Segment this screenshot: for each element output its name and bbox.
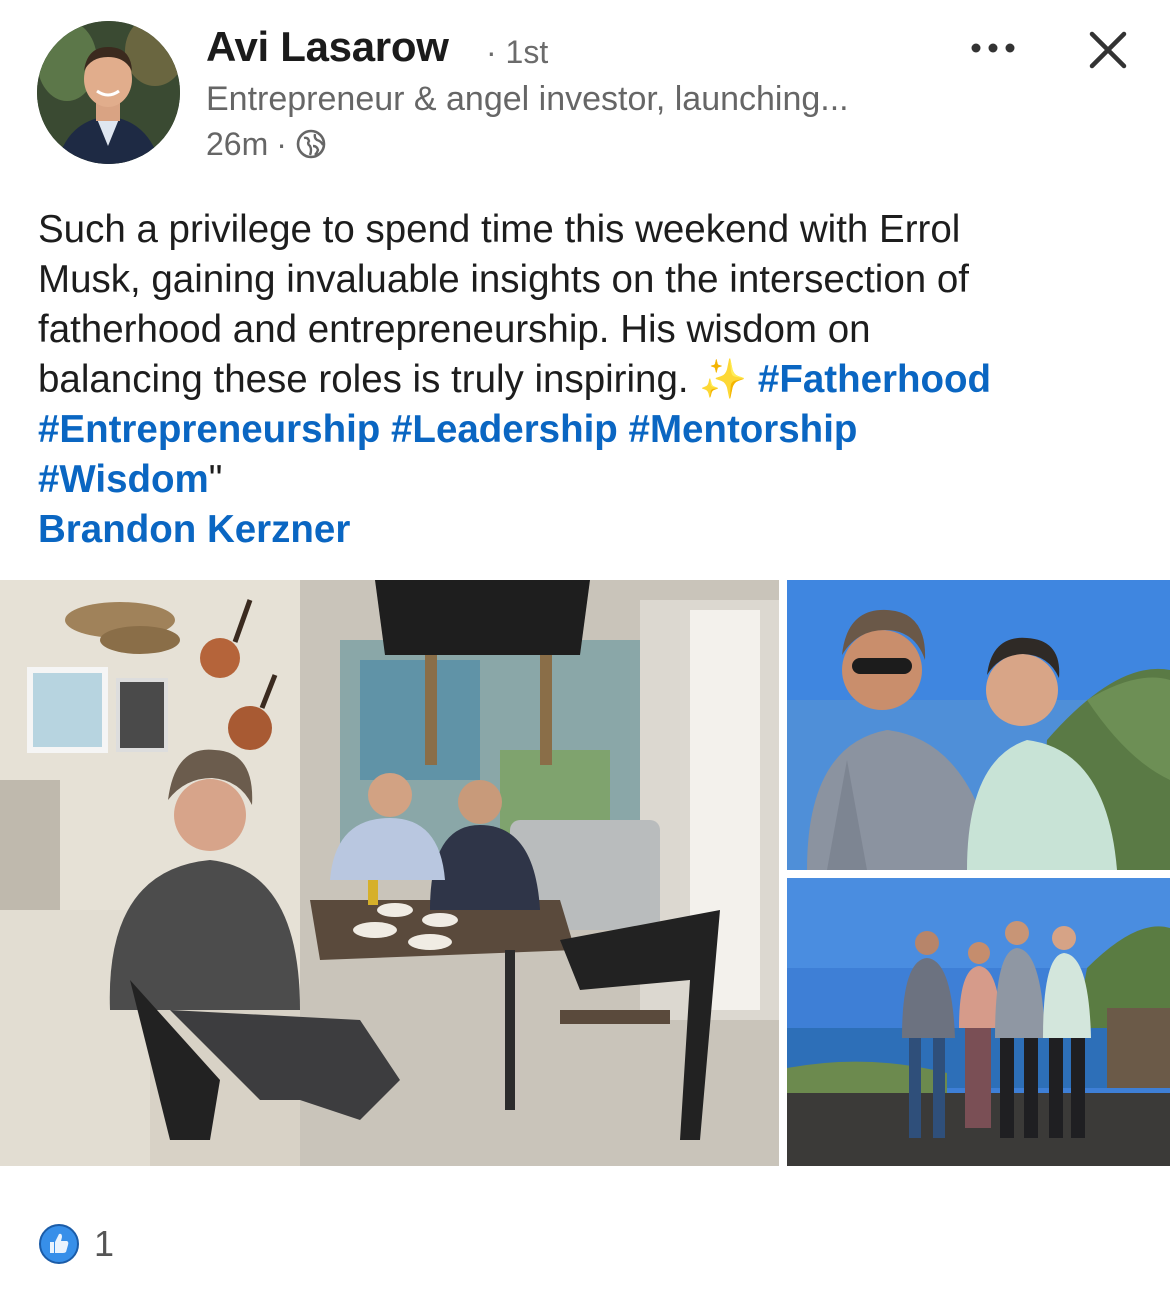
restaurant-photo bbox=[0, 580, 779, 1166]
post-time: 26m bbox=[206, 125, 269, 162]
post-text-line: Such a privilege to spend time this week… bbox=[38, 208, 961, 251]
post-photo-two-men[interactable] bbox=[787, 580, 1170, 870]
close-button[interactable] bbox=[1080, 22, 1136, 78]
group-photo bbox=[787, 878, 1170, 1166]
author-avatar[interactable] bbox=[37, 21, 180, 164]
reactions-summary[interactable]: 1 bbox=[38, 1222, 114, 1266]
hashtag-wisdom[interactable]: #Wisdom bbox=[38, 458, 209, 501]
post-photo-restaurant[interactable] bbox=[0, 580, 779, 1166]
connection-degree: · 1st bbox=[486, 34, 549, 70]
post-photo-group[interactable] bbox=[787, 878, 1170, 1166]
post-text-line: Musk, gaining invaluable insights on the… bbox=[38, 258, 969, 301]
author-headline: Entrepreneur & angel investor, launching… bbox=[206, 80, 849, 118]
more-options-button[interactable] bbox=[958, 30, 1028, 66]
hashtag-leadership[interactable]: #Leadership bbox=[391, 408, 618, 451]
like-icon bbox=[38, 1223, 80, 1265]
post-text-segment: balancing these roles is truly inspiring… bbox=[38, 358, 689, 401]
post-meta: 26m · bbox=[206, 123, 327, 165]
post-text-line: balancing these roles is truly inspiring… bbox=[38, 355, 1148, 405]
two-men-photo bbox=[787, 580, 1170, 870]
feed-post: Avi Lasarow · 1st Entrepreneur & angel i… bbox=[0, 0, 1170, 1289]
author-name[interactable]: Avi Lasarow bbox=[206, 23, 449, 71]
meta-separator: · bbox=[276, 125, 287, 162]
post-body: Such a privilege to spend time this week… bbox=[38, 205, 1148, 555]
post-text-line: Brandon Kerzner bbox=[38, 505, 1148, 555]
hashtag-fatherhood[interactable]: #Fatherhood bbox=[758, 358, 991, 401]
post-text-line: #Wisdom" bbox=[38, 455, 1148, 505]
hashtag-entrepreneurship[interactable]: #Entrepreneurship bbox=[38, 408, 380, 451]
globe-icon bbox=[295, 128, 327, 160]
more-icon bbox=[971, 43, 1015, 53]
post-text-line: #Entrepreneurship #Leadership #Mentorshi… bbox=[38, 405, 1148, 455]
mention-link[interactable]: Brandon Kerzner bbox=[38, 508, 350, 551]
trailing-quote: " bbox=[208, 458, 223, 501]
avatar-illustration bbox=[37, 21, 180, 164]
sparkles-emoji: ✨ bbox=[699, 358, 748, 401]
reaction-count: 1 bbox=[94, 1223, 115, 1264]
post-text-line: fatherhood and entrepreneurship. His wis… bbox=[38, 308, 871, 351]
hashtag-mentorship[interactable]: #Mentorship bbox=[629, 408, 858, 451]
close-icon bbox=[1089, 31, 1127, 69]
